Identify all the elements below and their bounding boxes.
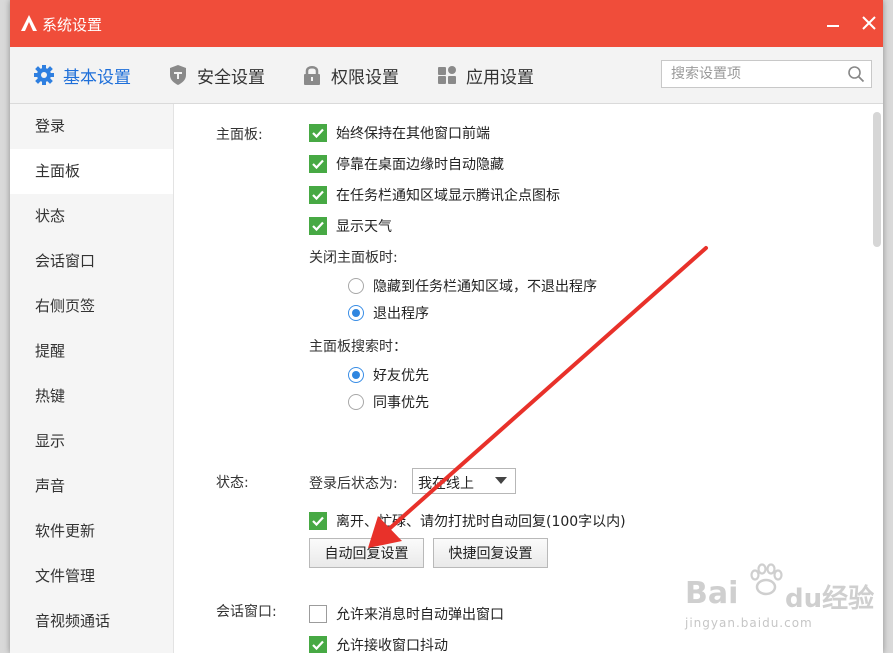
sidebar-item-login[interactable]: 登录 xyxy=(10,104,173,149)
sidebar-item-av-call[interactable]: 音视频通话 xyxy=(10,599,173,644)
tab-label: 基本设置 xyxy=(63,67,131,88)
title-bar[interactable]: 系统设置 xyxy=(10,0,883,47)
tab-security-settings[interactable]: 安全设置 xyxy=(167,47,265,103)
radio-label: 同事优先 xyxy=(373,395,429,411)
checkbox-checked-icon[interactable] xyxy=(309,155,327,173)
checkbox-label: 停靠在桌面边缘时自动隐藏 xyxy=(336,157,504,173)
radio-colleagues-first[interactable]: 同事优先 xyxy=(348,392,429,412)
tab-label: 权限设置 xyxy=(331,67,399,88)
checkbox-keep-on-top[interactable]: 始终保持在其他窗口前端 xyxy=(309,123,490,143)
sidebar-item-sound[interactable]: 声音 xyxy=(10,464,173,509)
sidebar-item-hotkeys[interactable]: 热键 xyxy=(10,374,173,419)
radio-label: 退出程序 xyxy=(373,306,429,322)
radio-unselected-icon[interactable] xyxy=(348,278,364,294)
watermark-cn: du经验 xyxy=(785,578,874,615)
baidu-watermark: Bai du经验 jingyan.baidu.com xyxy=(685,560,885,640)
checkbox-checked-icon[interactable] xyxy=(309,124,327,142)
radio-exit-program[interactable]: 退出程序 xyxy=(348,303,429,323)
watermark-url: jingyan.baidu.com xyxy=(685,616,813,630)
main-panel-section-label: 主面板: xyxy=(216,127,263,143)
checkbox-label: 始终保持在其他窗口前端 xyxy=(336,126,490,142)
watermark-cn-text: 经验 xyxy=(822,584,875,614)
content-divider xyxy=(173,104,174,653)
checkbox-show-weather[interactable]: 显示天气 xyxy=(309,216,392,236)
sidebar-item-software-update[interactable]: 软件更新 xyxy=(10,509,173,554)
checkbox-label: 离开、忙碌、请勿打扰时自动回复(100字以内) xyxy=(336,514,626,530)
sidebar-item-right-tabs[interactable]: 右侧页签 xyxy=(10,284,173,329)
chat-window-section-label: 会话窗口: xyxy=(216,604,277,620)
vertical-scrollbar[interactable] xyxy=(873,112,881,247)
panel-search-label: 主面板搜索时： xyxy=(309,339,407,355)
tab-label: 安全设置 xyxy=(197,67,265,88)
tab-permission-settings[interactable]: 权限设置 xyxy=(301,47,399,103)
watermark-brand-a: Bai xyxy=(685,576,739,611)
checkbox-checked-icon[interactable] xyxy=(309,636,327,653)
checkbox-window-shake[interactable]: 允许接收窗口抖动 xyxy=(309,635,448,653)
sidebar-item-status[interactable]: 状态 xyxy=(10,194,173,239)
sidebar-item-reminders[interactable]: 提醒 xyxy=(10,329,173,374)
checkbox-auto-reply[interactable]: 离开、忙碌、请勿打扰时自动回复(100字以内) xyxy=(309,511,626,531)
radio-hide-to-tray[interactable]: 隐藏到任务栏通知区域，不退出程序 xyxy=(348,276,597,296)
sidebar-item-display[interactable]: 显示 xyxy=(10,419,173,464)
checkbox-label: 在任务栏通知区域显示腾讯企点图标 xyxy=(336,188,560,204)
search-input[interactable] xyxy=(662,61,851,87)
settings-tab-bar: 基本设置 安全设置 权限设置 应用设置 xyxy=(10,47,883,104)
tab-app-settings[interactable]: 应用设置 xyxy=(436,47,534,103)
login-status-label: 登录后状态为: xyxy=(309,476,398,492)
radio-selected-icon[interactable] xyxy=(348,367,364,383)
quick-reply-settings-button[interactable]: 快捷回复设置 xyxy=(433,538,548,568)
radio-label: 好友优先 xyxy=(373,368,429,384)
sidebar-item-main-panel[interactable]: 主面板 xyxy=(10,149,173,194)
sidebar-item-chat-window[interactable]: 会话窗口 xyxy=(10,239,173,284)
sidebar-item-file-management[interactable]: 文件管理 xyxy=(10,554,173,599)
status-section-label: 状态: xyxy=(216,475,249,491)
window-title: 系统设置 xyxy=(42,16,103,34)
login-status-value: 我在线上 xyxy=(418,476,474,492)
checkbox-unchecked-icon[interactable] xyxy=(309,605,327,623)
login-status-select[interactable]: 我在线上 xyxy=(412,468,516,494)
checkbox-checked-icon[interactable] xyxy=(309,512,327,530)
checkbox-auto-hide[interactable]: 停靠在桌面边缘时自动隐藏 xyxy=(309,154,504,174)
apps-icon xyxy=(438,66,456,84)
checkbox-tray-icon[interactable]: 在任务栏通知区域显示腾讯企点图标 xyxy=(309,185,560,205)
checkbox-label: 显示天气 xyxy=(336,219,392,235)
checkbox-label: 允许接收窗口抖动 xyxy=(336,638,448,653)
radio-unselected-icon[interactable] xyxy=(348,394,364,410)
settings-window: 系统设置 基本设置 安全设置 权限设置 应用设置 搜索设置项 登录 主面板 状态… xyxy=(10,0,883,653)
close-panel-label: 关闭主面板时: xyxy=(309,250,398,266)
radio-label: 隐藏到任务栏通知区域，不退出程序 xyxy=(373,279,597,295)
radio-selected-icon[interactable] xyxy=(348,305,364,321)
search-icon[interactable] xyxy=(847,65,865,83)
auto-reply-settings-button[interactable]: 自动回复设置 xyxy=(309,538,424,568)
tab-basic-settings[interactable]: 基本设置 xyxy=(33,47,131,103)
shield-icon xyxy=(170,65,186,85)
gear-icon xyxy=(34,65,54,85)
close-icon[interactable] xyxy=(860,14,878,32)
minimize-icon[interactable] xyxy=(824,14,842,32)
lock-icon xyxy=(304,66,320,85)
paw-icon xyxy=(750,563,783,596)
radio-friends-first[interactable]: 好友优先 xyxy=(348,365,429,385)
dropdown-arrow-icon[interactable] xyxy=(495,477,507,484)
checkbox-checked-icon[interactable] xyxy=(309,186,327,204)
tab-label: 应用设置 xyxy=(466,67,534,88)
checkbox-auto-popup[interactable]: 允许来消息时自动弹出窗口 xyxy=(309,604,504,624)
watermark-brand-b: du xyxy=(785,584,823,614)
checkbox-checked-icon[interactable] xyxy=(309,217,327,235)
settings-search-box[interactable] xyxy=(661,60,872,88)
app-logo-icon xyxy=(21,15,37,31)
settings-sidebar: 登录 主面板 状态 会话窗口 右侧页签 提醒 热键 显示 声音 软件更新 文件管… xyxy=(10,104,173,653)
checkbox-label: 允许来消息时自动弹出窗口 xyxy=(336,607,504,623)
